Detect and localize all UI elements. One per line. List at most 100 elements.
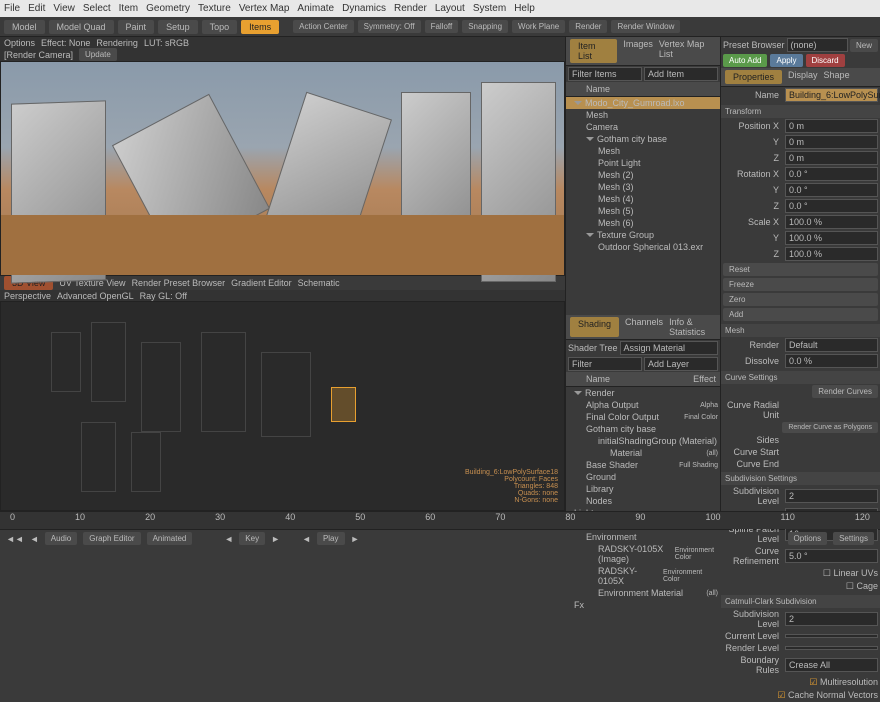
render-curves[interactable]: Render Curves <box>812 385 878 398</box>
tree-row[interactable]: Ground <box>566 471 720 483</box>
preset-none[interactable]: (none) <box>787 38 848 52</box>
mesh-section[interactable]: Mesh <box>721 324 880 337</box>
menu-dynamics[interactable]: Dynamics <box>342 3 386 14</box>
tab-vmaplist[interactable]: Vertex Map List <box>659 39 716 63</box>
render-curve-poly[interactable]: Render Curve as Polygons <box>782 422 878 433</box>
action-center-button[interactable]: Action Center <box>293 20 353 33</box>
multires-check[interactable]: ☑ Multiresolution <box>809 677 878 688</box>
autoadd-button[interactable]: Auto Add <box>723 54 767 67</box>
view-opengl[interactable]: Advanced OpenGL <box>57 291 134 301</box>
tab-paint[interactable]: Paint <box>118 20 155 34</box>
play-back-icon[interactable]: ◄ <box>302 534 311 544</box>
preset-browser[interactable]: Preset Browser <box>723 40 785 50</box>
tab-shape[interactable]: Shape <box>824 70 850 84</box>
timeline[interactable]: 0 10 20 30 40 50 60 70 80 90 100 110 120 <box>0 511 880 529</box>
cachenormal-check[interactable]: ☑ Cache Normal Vectors <box>777 690 878 701</box>
boundary-field[interactable]: Crease All <box>785 658 878 672</box>
tree-row[interactable]: Environment <box>566 531 720 543</box>
3d-viewport[interactable]: Building_6:LowPolySurface18Polycount: Fa… <box>0 301 565 511</box>
grapheditor-button[interactable]: Graph Editor <box>83 532 140 545</box>
step-back-icon[interactable]: ◄ <box>224 534 233 544</box>
apply-button[interactable]: Apply <box>770 54 802 67</box>
render-camera-dropdown[interactable]: [Render Camera] <box>4 50 73 60</box>
ccrender-field[interactable] <box>785 646 878 650</box>
rendering-dropdown[interactable]: Rendering <box>96 38 138 48</box>
tree-row[interactable]: RADSKY-0105X (Image)Environment Color <box>566 543 720 565</box>
tree-row[interactable]: Mesh (4) <box>566 193 720 205</box>
menu-layout[interactable]: Layout <box>435 3 465 14</box>
expand-icon[interactable] <box>586 233 594 237</box>
menu-geometry[interactable]: Geometry <box>146 3 190 14</box>
tree-row[interactable]: Base ShaderFull Shading <box>566 459 720 471</box>
subdlevel-field[interactable]: 2 <box>785 489 878 503</box>
audio-button[interactable]: Audio <box>45 532 77 545</box>
cccurrent-field[interactable] <box>785 634 878 638</box>
tab-properties[interactable]: Properties <box>725 70 782 84</box>
tab-itemlist[interactable]: Item List <box>570 39 617 63</box>
rotx-field[interactable]: 0.0 ° <box>785 167 878 181</box>
tab-model[interactable]: Model <box>4 20 45 34</box>
tab-render-preset[interactable]: Render Preset Browser <box>132 278 226 288</box>
name-field[interactable]: Building_6:LowPolySurface18 <box>785 88 878 102</box>
filter-items[interactable]: Filter Items <box>568 67 642 81</box>
add-item[interactable]: Add Item <box>644 67 718 81</box>
curverefine-field[interactable]: 5.0 ° <box>785 549 878 563</box>
step-fwd-icon[interactable]: ► <box>271 534 280 544</box>
posx-field[interactable]: 0 m <box>785 119 878 133</box>
tree-row[interactable]: RADSKY-0105XEnvironment Color <box>566 565 720 587</box>
linearuvs-check[interactable]: ☐ Linear UVs <box>823 568 878 579</box>
menu-render[interactable]: Render <box>394 3 427 14</box>
rotz-field[interactable]: 0.0 ° <box>785 199 878 213</box>
tree-row[interactable]: Alpha OutputAlpha <box>566 399 720 411</box>
view-raygl[interactable]: Ray GL: Off <box>140 291 187 301</box>
freeze-button[interactable]: Freeze <box>723 278 878 291</box>
menu-system[interactable]: System <box>473 3 506 14</box>
menu-edit[interactable]: Edit <box>28 3 45 14</box>
assign-material[interactable]: Assign Material <box>620 341 718 355</box>
add-transform-button[interactable]: Add <box>723 308 878 321</box>
tree-row[interactable]: Texture Group <box>566 229 720 241</box>
settings-button[interactable]: Settings <box>833 532 874 545</box>
snapping-button[interactable]: Snapping <box>462 20 508 33</box>
render-field[interactable]: Default <box>785 338 878 352</box>
subd-section[interactable]: Subdivision Settings <box>721 472 880 485</box>
tree-row[interactable]: Camera <box>566 121 720 133</box>
tree-row[interactable]: initialShadingGroup (Material) <box>566 435 720 447</box>
add-layer[interactable]: Add Layer <box>644 357 718 371</box>
play-button[interactable]: Play <box>317 532 345 545</box>
key-button[interactable]: Key <box>239 532 265 545</box>
shade-filter[interactable]: Filter <box>568 357 642 371</box>
tree-row[interactable]: Gotham city base <box>566 133 720 145</box>
tree-row[interactable]: Mesh (5) <box>566 205 720 217</box>
update-button[interactable]: Update <box>79 48 117 61</box>
tree-row[interactable]: Mesh <box>566 109 720 121</box>
menu-vertexmap[interactable]: Vertex Map <box>239 3 290 14</box>
tree-row[interactable]: Mesh <box>566 145 720 157</box>
tab-items[interactable]: Items <box>241 20 279 34</box>
tree-row[interactable]: Fx <box>566 599 720 611</box>
tab-topo[interactable]: Topo <box>202 20 238 34</box>
curve-section[interactable]: Curve Settings <box>721 371 880 384</box>
play-fwd-icon[interactable]: ► <box>351 534 360 544</box>
tab-schematic[interactable]: Schematic <box>298 278 340 288</box>
tab-model-quad[interactable]: Model Quad <box>49 20 114 34</box>
tree-row[interactable]: Mesh (2) <box>566 169 720 181</box>
tab-gradient[interactable]: Gradient Editor <box>231 278 292 288</box>
menu-view[interactable]: View <box>53 3 75 14</box>
menu-help[interactable]: Help <box>514 3 535 14</box>
reset-button[interactable]: Reset <box>723 263 878 276</box>
dissolve-field[interactable]: 0.0 % <box>785 354 878 368</box>
menu-texture[interactable]: Texture <box>198 3 231 14</box>
tree-row[interactable]: Library <box>566 483 720 495</box>
transform-section[interactable]: Transform <box>721 105 880 118</box>
cage-check[interactable]: ☐ Cage <box>846 581 878 592</box>
zero-button[interactable]: Zero <box>723 293 878 306</box>
effect-dropdown[interactable]: Effect: None <box>41 38 90 48</box>
tab-display[interactable]: Display <box>788 70 818 84</box>
tab-shading[interactable]: Shading <box>570 317 619 337</box>
menu-file[interactable]: File <box>4 3 20 14</box>
tree-row[interactable]: Environment Material(all) <box>566 587 720 599</box>
render-button[interactable]: Render <box>569 20 607 33</box>
tree-row[interactable]: Render <box>566 387 720 399</box>
expand-icon[interactable] <box>574 391 582 395</box>
